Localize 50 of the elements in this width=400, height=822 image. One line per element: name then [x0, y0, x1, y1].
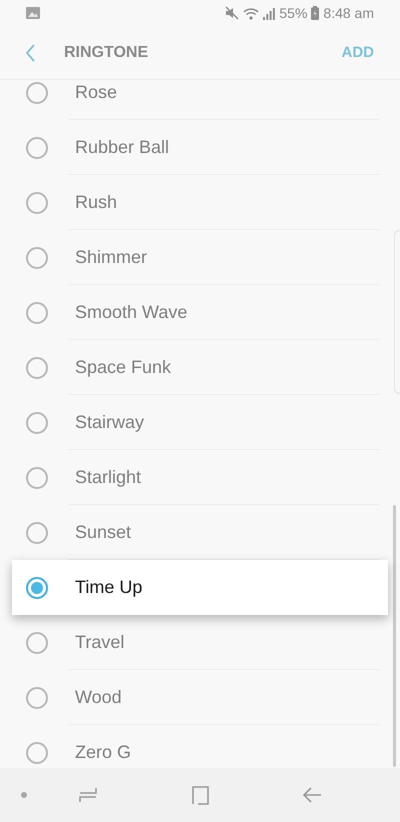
wifi-icon: [243, 6, 260, 20]
clock: 8:48 am: [323, 5, 374, 21]
radio-button[interactable]: [26, 356, 48, 378]
ringtone-item[interactable]: Shimmer: [0, 230, 400, 285]
radio-button[interactable]: [26, 302, 48, 324]
ringtone-name: Zero G: [75, 742, 132, 763]
ringtone-name: Rose: [75, 82, 118, 103]
screen-title: RINGTONE: [64, 44, 150, 62]
ringtone-name: Travel: [75, 632, 124, 653]
radio-button[interactable]: [26, 742, 48, 764]
radio-button[interactable]: [26, 522, 48, 544]
recent-apps-button[interactable]: [79, 787, 97, 803]
ringtone-item[interactable]: Rush: [0, 175, 400, 230]
ringtone-name: Smooth Wave: [75, 302, 188, 323]
ringtone-item[interactable]: Travel: [0, 615, 400, 670]
ringtone-name: Sunset: [75, 522, 132, 543]
battery-percent: 55%: [279, 5, 308, 21]
radio-button[interactable]: [26, 466, 48, 488]
ringtone-name: Wood: [75, 687, 122, 708]
gallery-icon: [26, 7, 40, 19]
ringtone-item[interactable]: Rose: [0, 80, 400, 120]
radio-button[interactable]: [26, 82, 48, 104]
ringtone-name: Space Funk: [75, 357, 172, 378]
radio-button[interactable]: [26, 246, 48, 268]
ringtone-name: Time Up: [75, 577, 142, 598]
battery-icon: [311, 6, 320, 20]
ringtone-name: Stairway: [75, 412, 144, 433]
ringtone-item[interactable]: Rubber Ball: [0, 120, 400, 175]
dot-icon: [21, 792, 27, 798]
radio-button[interactable]: [26, 686, 48, 708]
back-nav-button[interactable]: [302, 787, 322, 803]
mute-icon: [225, 6, 240, 20]
ringtone-name: Starlight: [75, 467, 142, 488]
signal-icon: [263, 6, 276, 20]
ringtone-name: Rubber Ball: [75, 137, 170, 158]
ringtone-item[interactable]: Smooth Wave: [0, 285, 400, 340]
radio-button[interactable]: [26, 192, 48, 214]
ringtone-name: Shimmer: [75, 247, 148, 268]
radio-button[interactable]: [26, 632, 48, 654]
ringtone-item[interactable]: Stairway: [0, 395, 400, 450]
home-button[interactable]: [190, 785, 210, 805]
ringtone-item[interactable]: Starlight: [0, 450, 400, 505]
ringtone-name: Rush: [75, 192, 118, 213]
radio-button[interactable]: [26, 136, 48, 158]
ringtone-item[interactable]: Space Funk: [0, 340, 400, 395]
ringtone-item[interactable]: Wood: [0, 670, 400, 725]
radio-button[interactable]: [26, 576, 48, 598]
ringtone-item[interactable]: Sunset: [0, 505, 400, 560]
radio-button[interactable]: [26, 412, 48, 434]
ringtone-item[interactable]: Time Up: [12, 560, 388, 615]
